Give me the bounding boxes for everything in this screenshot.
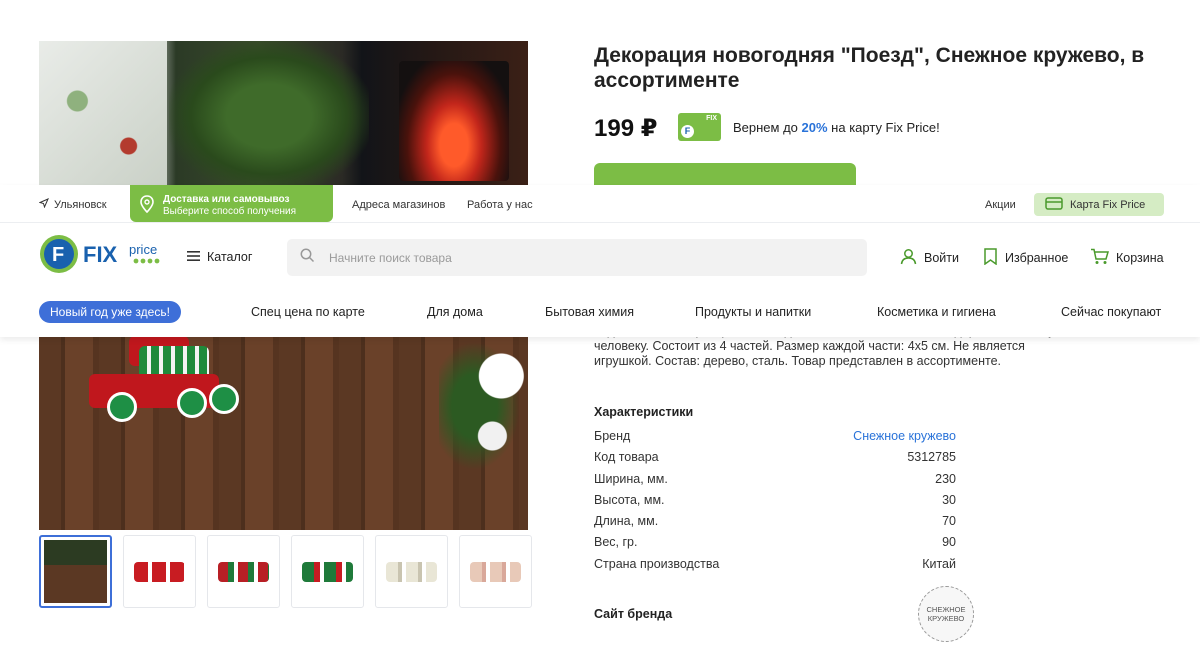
nav-item-trending[interactable]: Сейчас покупают <box>1061 305 1161 319</box>
search-bar <box>287 239 867 276</box>
characteristic-row: Высота, мм. 30 <box>594 492 956 507</box>
header-mainbar: F FIX price Каталог Войти <box>0 223 1200 293</box>
cashback-text: Вернем до 20% на карту Fix Price! <box>733 120 940 135</box>
thumbnail-3[interactable] <box>207 535 280 608</box>
characteristics-title: Характеристики <box>594 405 694 419</box>
category-nav: Новый год уже здесь! Спец цена по карте … <box>0 293 1200 333</box>
characteristic-row: Страна производства Китай <box>594 556 956 571</box>
bookmark-icon <box>983 248 998 268</box>
card-icon <box>1045 196 1063 213</box>
user-icon <box>900 248 917 268</box>
stores-link[interactable]: Адреса магазинов <box>352 199 445 211</box>
nav-item-new-year[interactable]: Новый год уже здесь! <box>39 301 181 323</box>
brand-link[interactable]: Снежное кружево <box>853 429 956 450</box>
cart-button[interactable]: Корзина <box>1090 248 1164 268</box>
characteristic-row: Код товара 5312785 <box>594 450 956 465</box>
site-header: Ульяновск Доставка или самовывоз Выберит… <box>0 185 1200 337</box>
characteristic-row: Бренд Снежное кружево <box>594 429 956 450</box>
characteristic-row: Длина, мм. 70 <box>594 514 956 529</box>
thumbnail-2[interactable] <box>123 535 196 608</box>
nav-item-food-drinks[interactable]: Продукты и напитки <box>695 305 811 319</box>
fixprice-card-icon: FIX F <box>678 113 721 141</box>
fixprice-logo[interactable]: F FIX price <box>39 234 169 276</box>
favorites-button[interactable]: Избранное <box>983 248 1068 268</box>
thumbnail-4[interactable] <box>291 535 364 608</box>
jobs-link[interactable]: Работа у нас <box>467 199 533 211</box>
characteristic-row: Вес, гр. 90 <box>594 535 956 550</box>
svg-text:F: F <box>52 244 64 266</box>
thumbnail-6[interactable] <box>459 535 532 608</box>
cart-icon <box>1090 248 1109 268</box>
train-toy-image <box>79 336 279 426</box>
login-button[interactable]: Войти <box>900 248 959 268</box>
city-selector[interactable]: Ульяновск <box>38 198 107 211</box>
promotions-link[interactable]: Акции <box>985 199 1016 211</box>
product-title: Декорация новогодняя "Поезд", Снежное кр… <box>594 44 1145 92</box>
characteristics-table: Бренд Снежное кружево Код товара 5312785 Ш… <box>594 429 956 578</box>
thumbnail-strip <box>39 535 532 608</box>
fixprice-card-button[interactable]: Карта Fix Price <box>1034 193 1164 216</box>
nav-item-home[interactable]: Для дома <box>427 305 483 319</box>
nav-item-cosmetics[interactable]: Косметика и гигиена <box>877 305 996 319</box>
location-arrow-icon <box>38 198 49 211</box>
menu-icon <box>187 250 200 264</box>
search-icon <box>300 248 315 268</box>
nav-item-card-price[interactable]: Спец цена по карте <box>251 305 365 319</box>
map-pin-icon <box>139 195 155 218</box>
thumbnail-1[interactable] <box>39 535 112 608</box>
catalog-button[interactable]: Каталог <box>187 250 252 264</box>
brand-site-title: Сайт бренда <box>594 607 673 621</box>
characteristic-row: Ширина, мм. 230 <box>594 471 956 486</box>
product-price: 199 ₽ <box>594 115 658 142</box>
breadcrumb <box>150 0 770 2</box>
brand-site-logo[interactable]: СНЕЖНОЕ КРУЖЕВО <box>918 586 974 642</box>
logo-text-price: price <box>129 242 157 257</box>
thumbnail-5[interactable] <box>375 535 448 608</box>
logo-text-fix: FIX <box>83 242 118 267</box>
delivery-selector[interactable]: Доставка или самовывоз Выберите способ п… <box>130 185 333 222</box>
header-topbar: Ульяновск Доставка или самовывоз Выберит… <box>0 185 1200 223</box>
search-input[interactable] <box>329 250 829 265</box>
nav-item-household-chemicals[interactable]: Бытовая химия <box>545 305 634 319</box>
